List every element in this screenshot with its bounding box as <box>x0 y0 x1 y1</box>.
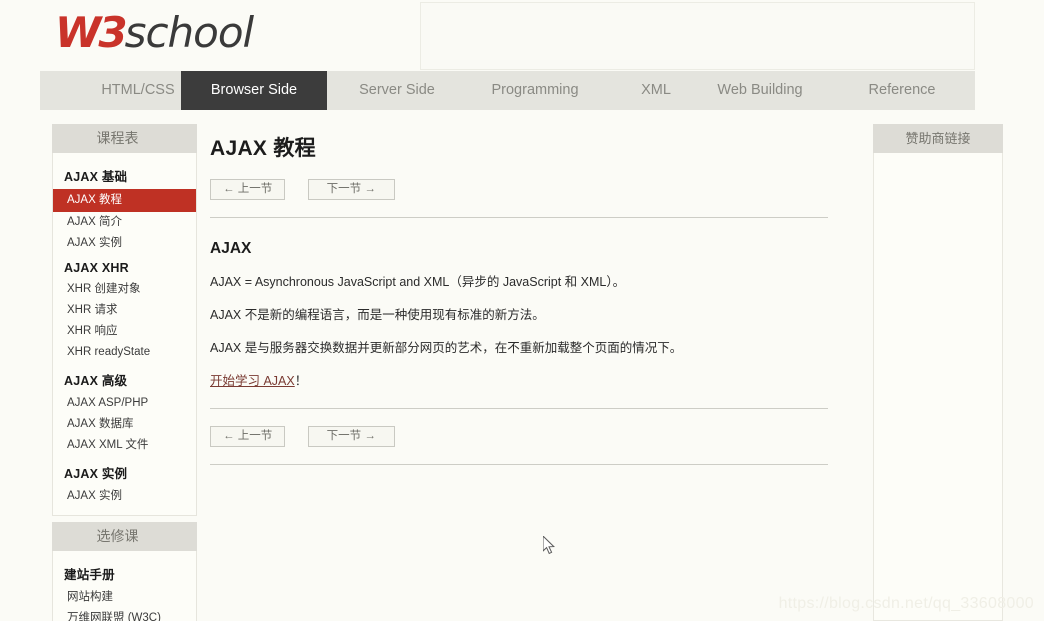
start-learning-suffix: ！ <box>294 374 308 388</box>
sidebar-section-title: AJAX 基础 <box>64 170 128 184</box>
prev-section-button-top[interactable]: ← 上一节 <box>210 179 286 200</box>
nav-tab-6[interactable]: Reference <box>837 71 967 110</box>
logo-school-text: school <box>124 8 255 57</box>
sidebar-item-link[interactable]: XHR 响应 <box>53 321 196 342</box>
sidebar-item-link[interactable]: AJAX 数据库 <box>53 414 196 435</box>
browser-page: W3school HTML/CSS Browser Side Server Side… <box>0 0 1044 621</box>
pager-bottom: ← 上一节 下一节 → <box>210 426 870 447</box>
main-content: AJAX 教程 ← 上一节 下一节 → AJAX AJAX = Asynchro… <box>210 124 870 465</box>
nav-tab-label: HTML/CSS <box>101 82 175 98</box>
article-paragraph-3: AJAX 是与服务器交换数据并更新部分网页的艺术，在不重新加载整个页面的情况下。 <box>210 341 683 355</box>
start-learning-line: 开始学习 AJAX！ <box>210 373 870 390</box>
sidebar-item-link[interactable]: XHR 创建对象 <box>53 279 196 300</box>
nav-tab-label: Server Side <box>359 82 435 98</box>
nav-tab-label: Web Building <box>717 82 803 98</box>
sidebar-item-link[interactable]: AJAX 简介 <box>53 212 196 233</box>
top-ad-banner <box>420 2 975 70</box>
site-container: W3school HTML/CSS Browser Side Server Side… <box>40 0 1003 621</box>
nav-tab-1[interactable]: Browser Side <box>181 71 327 110</box>
page-title: AJAX 教程 <box>210 137 316 160</box>
sidebar-elective-list: 建站手册网站构建万维网联盟 (W3C)浏览器信息网站品质 <box>52 551 197 621</box>
sidebar-header-courses: 课程表 <box>52 124 197 153</box>
nav-tab-label: Reference <box>868 82 936 98</box>
sidebar-section-title: 建站手册 <box>64 568 115 582</box>
nav-tab-3[interactable]: Programming <box>460 71 610 110</box>
sidebar-item-link[interactable]: XHR 请求 <box>53 300 196 321</box>
article-paragraph-1: AJAX = Asynchronous JavaScript and XML（异… <box>210 275 626 289</box>
logo-w3-text: W3 <box>55 8 128 57</box>
nav-tab-label: XML <box>641 82 671 98</box>
pager-top: ← 上一节 下一节 → <box>210 179 870 200</box>
sidebar-section-title: AJAX 高级 <box>64 374 128 388</box>
site-header: W3school <box>40 0 975 71</box>
left-sidebar: 课程表 AJAX 基础 AJAX 教程 AJAX 简介 AJAX 实例 AJAX XHR… <box>52 124 197 621</box>
sidebar-header-electives: 选修课 <box>52 522 197 551</box>
divider-bottom <box>210 464 828 465</box>
main-navigation: HTML/CSS Browser Side Server Side Programmi… <box>40 71 975 110</box>
sidebar-section-title: AJAX 实例 <box>64 467 128 481</box>
sponsor-links-body <box>873 153 1003 621</box>
sidebar-item-link[interactable]: AJAX 实例 <box>53 486 196 507</box>
sponsor-links-header: 赞助商链接 <box>873 124 1003 153</box>
sidebar-item-link[interactable]: 万维网联盟 (W3C) <box>53 608 196 621</box>
watermark-text: https://blog.csdn.net/qq_33608000 <box>778 595 1034 612</box>
next-section-button-top[interactable]: 下一节 → <box>307 179 395 200</box>
site-logo[interactable]: W3school <box>55 8 255 57</box>
article-heading: AJAX <box>210 240 252 257</box>
divider-top <box>210 217 828 218</box>
sidebar-item-active[interactable]: AJAX 教程 <box>53 189 196 212</box>
right-sidebar: 赞助商链接 <box>873 124 1003 621</box>
sidebar-course-list: AJAX 基础 AJAX 教程 AJAX 简介 AJAX 实例 AJAX XHR XHR … <box>52 153 197 516</box>
divider-middle <box>210 408 828 409</box>
prev-section-button-bottom[interactable]: ← 上一节 <box>210 426 286 447</box>
nav-tab-label: Browser Side <box>210 82 298 98</box>
sidebar-item-link[interactable]: AJAX 实例 <box>53 233 196 254</box>
article-paragraph-2: AJAX 不是新的编程语言，而是一种使用现有标准的新方法。 <box>210 308 545 322</box>
sidebar-item-link[interactable]: XHR readyState <box>53 342 196 363</box>
sidebar-item-link[interactable]: 网站构建 <box>53 587 196 608</box>
start-learning-link[interactable]: 开始学习 AJAX <box>210 374 295 388</box>
nav-tab-2[interactable]: Server Side <box>327 71 467 110</box>
nav-tab-5[interactable]: Web Building <box>685 71 835 110</box>
nav-tab-label: Programming <box>491 82 579 98</box>
next-section-button-bottom[interactable]: 下一节 → <box>307 426 395 447</box>
sidebar-item-link[interactable]: AJAX ASP/PHP <box>53 393 196 414</box>
sidebar-item-link[interactable]: AJAX XML 文件 <box>53 435 196 456</box>
sidebar-section-title: AJAX XHR <box>64 261 129 275</box>
